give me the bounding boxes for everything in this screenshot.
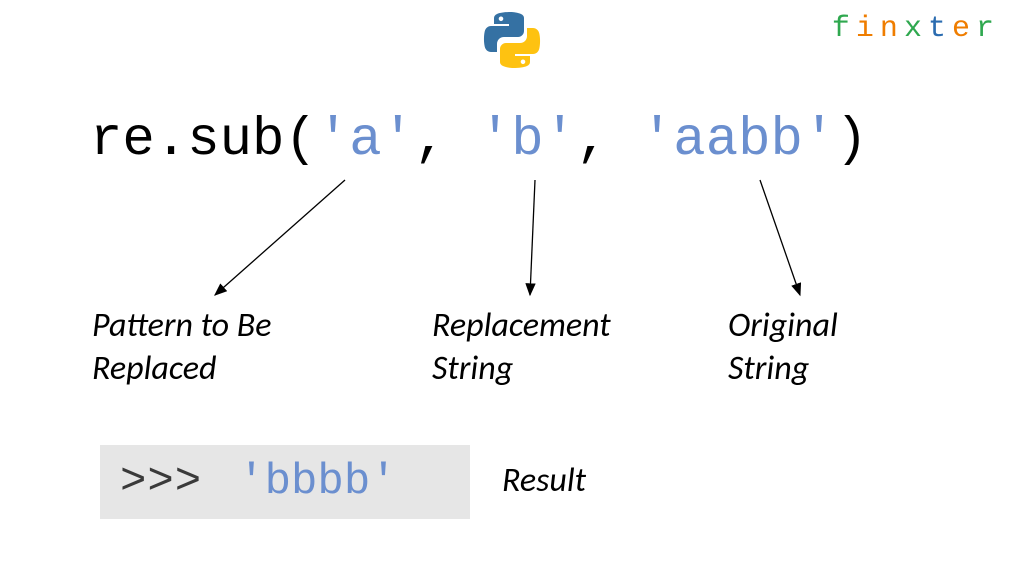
result-value: 'bbbb' [238, 457, 396, 507]
code-fn-name: sub [187, 110, 284, 171]
annotation-line: String [432, 348, 692, 391]
brand-letter: n [880, 12, 904, 46]
code-arg-original: 'aabb' [641, 110, 835, 171]
code-open-paren: ( [284, 110, 316, 171]
brand-letter: i [856, 12, 880, 46]
brand-finxter: finxter [832, 12, 1000, 46]
repl-prompt: >>> [120, 457, 202, 507]
annotation-line: Replaced [92, 348, 392, 391]
code-close-paren: ) [835, 110, 867, 171]
result-label: Result [502, 460, 586, 501]
annotation-original: Original String [728, 305, 928, 390]
brand-letter: t [928, 12, 952, 46]
result-box: >>> 'bbbb' [100, 445, 470, 519]
arrow-to-replacement [530, 180, 535, 295]
brand-letter: r [976, 12, 1000, 46]
code-module: re [90, 110, 155, 171]
annotation-replacement: Replacement String [432, 305, 692, 390]
brand-letter: x [904, 12, 928, 46]
code-sep: , [414, 110, 479, 171]
code-expression: re.sub('a', 'b', 'aabb') [90, 110, 868, 171]
arrow-to-pattern [215, 180, 345, 295]
annotation-line: Original [728, 305, 928, 348]
brand-letter: e [952, 12, 976, 46]
arrow-to-original [760, 180, 800, 295]
annotation-line: String [728, 348, 928, 391]
code-dot: . [155, 110, 187, 171]
annotation-line: Replacement [432, 305, 692, 348]
annotation-pattern: Pattern to Be Replaced [92, 305, 392, 390]
annotation-line: Pattern to Be [92, 305, 392, 348]
brand-letter: f [832, 12, 856, 46]
code-arg-replacement: 'b' [479, 110, 576, 171]
code-arg-pattern: 'a' [317, 110, 414, 171]
code-sep: , [576, 110, 641, 171]
python-logo-icon [480, 8, 544, 72]
